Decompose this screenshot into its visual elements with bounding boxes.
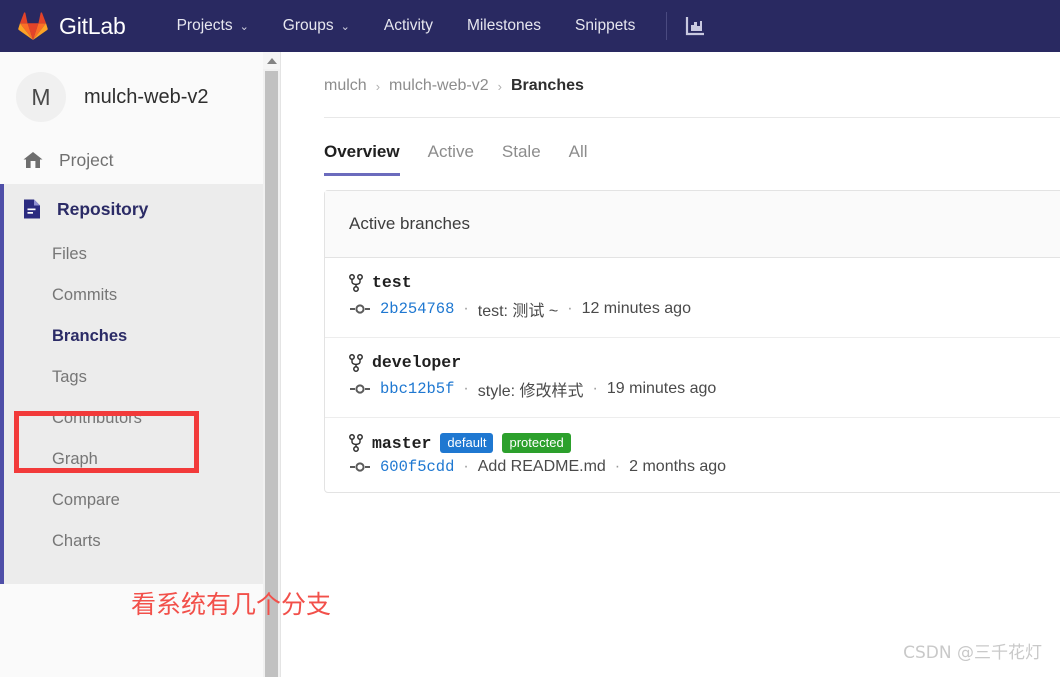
commit-node-icon <box>349 303 371 315</box>
branch-name[interactable]: master <box>372 434 431 453</box>
card-heading: Active branches <box>325 191 1060 258</box>
sidebar-item-graph[interactable]: Graph <box>0 439 280 480</box>
analytics-button[interactable] <box>677 0 713 52</box>
sidebar-scrollbar[interactable] <box>263 52 280 677</box>
gitlab-brand-name: GitLab <box>59 12 126 39</box>
breadcrumb-item-project[interactable]: mulch-web-v2 <box>389 77 489 95</box>
commit-sha[interactable]: bbc12b5f <box>380 380 454 398</box>
breadcrumb-separator-icon: › <box>375 78 381 94</box>
up-arrow-icon <box>266 57 277 64</box>
sidebar-section-repository: Repository Files Commits Branches Tags C… <box>0 184 280 584</box>
branch-row: test 2b254768 · test: 测试 ~ · 12 minutes <box>325 258 1060 338</box>
commit-node-icon <box>349 383 371 395</box>
commit-message[interactable]: test: 测试 ~ <box>478 297 558 321</box>
branch-row: developer bbc12b5f · style: 修改样式 · 19 mi… <box>325 338 1060 418</box>
commit-message[interactable]: Add README.md <box>478 458 606 476</box>
branch-title: test <box>349 273 1060 292</box>
separator: · <box>592 380 598 397</box>
branch-meta: 2b254768 · test: 测试 ~ · 12 minutes ago <box>349 297 1060 321</box>
commit-time: 19 minutes ago <box>606 380 717 397</box>
avatar: M <box>16 72 66 122</box>
branch-fork-icon <box>349 434 363 452</box>
navbar-divider <box>666 12 668 40</box>
sidebar-item-compare[interactable]: Compare <box>0 480 280 521</box>
tab-stale[interactable]: Stale <box>488 136 555 176</box>
branch-meta: bbc12b5f · style: 修改样式 · 19 minutes ago <box>349 377 1060 401</box>
branch-fork-icon <box>349 353 363 372</box>
home-icon <box>22 149 44 171</box>
separator: · <box>567 300 573 317</box>
branch-fork-icon <box>349 273 363 292</box>
breadcrumb-item-mulch[interactable]: mulch <box>324 77 367 95</box>
tab-active[interactable]: Active <box>414 136 488 176</box>
tab-overview[interactable]: Overview <box>310 136 414 176</box>
project-name: mulch-web-v2 <box>84 85 209 108</box>
separator: · <box>463 380 469 397</box>
sidebar-item-files[interactable]: Files <box>0 234 280 275</box>
commit-sha[interactable]: 600f5cdd <box>380 458 454 476</box>
navbar-menu: Projects ⌄ Groups ⌄ Activity Milestones … <box>160 0 653 52</box>
separator: · <box>463 300 469 317</box>
scroll-up-button[interactable] <box>263 52 280 69</box>
page-body: M mulch-web-v2 Project Repository Files … <box>0 52 1060 677</box>
branch-title: master default protected <box>349 433 1060 453</box>
branch-meta: 600f5cdd · Add README.md · 2 months ago <box>349 458 1060 476</box>
nav-item-projects[interactable]: Projects ⌄ <box>160 0 266 52</box>
nav-item-milestones-label: Milestones <box>466 17 542 34</box>
chevron-down-icon: ⌄ <box>340 20 350 33</box>
commit-sha[interactable]: 2b254768 <box>380 300 454 318</box>
nav-item-milestones[interactable]: Milestones <box>450 0 558 52</box>
nav-item-projects-label: Projects <box>176 17 233 34</box>
sidebar-item-repository[interactable]: Repository <box>0 184 280 234</box>
sidebar-item-branches[interactable]: Branches <box>0 316 280 357</box>
status-badge-protected: protected <box>502 433 571 453</box>
nav-item-snippets-label: Snippets <box>575 17 636 34</box>
nav-item-groups[interactable]: Groups ⌄ <box>266 0 367 52</box>
breadcrumb-item-branches: Branches <box>510 77 584 94</box>
branch-name[interactable]: test <box>372 273 412 292</box>
separator: · <box>463 458 469 475</box>
sidebar-item-charts[interactable]: Charts <box>0 521 280 562</box>
nav-item-activity[interactable]: Activity <box>367 0 450 52</box>
sidebar: M mulch-web-v2 Project Repository Files … <box>0 52 281 677</box>
separator: · <box>614 458 621 475</box>
watermark: CSDN @三千花灯 <box>903 643 1042 663</box>
top-navbar: GitLab Projects ⌄ Groups ⌄ Activity Mile… <box>0 0 1060 52</box>
sidebar-item-repository-label: Repository <box>57 198 149 219</box>
gitlab-logo-icon <box>18 12 48 40</box>
branch-tabs: Overview Active Stale All <box>323 117 1060 176</box>
sidebar-item-contributors[interactable]: Contributors <box>0 398 280 439</box>
sidebar-item-tags[interactable]: Tags <box>0 357 280 398</box>
nav-item-activity-label: Activity <box>383 17 433 34</box>
nav-item-groups-label: Groups <box>282 17 334 34</box>
branch-name[interactable]: developer <box>372 353 461 372</box>
commit-message[interactable]: style: 修改样式 <box>478 377 584 401</box>
project-header[interactable]: M mulch-web-v2 <box>0 52 280 136</box>
nav-item-snippets[interactable]: Snippets <box>558 0 652 52</box>
breadcrumb-separator-icon: › <box>497 78 502 94</box>
branch-row: master default protected 600f5cdd · Add <box>325 418 1060 492</box>
sidebar-item-commits[interactable]: Commits <box>0 275 280 316</box>
breadcrumb: mulch › mulch-web-v2 › Branches <box>324 52 1060 117</box>
commit-time: 12 minutes ago <box>581 300 691 317</box>
chart-icon <box>684 15 706 37</box>
sidebar-subnav: Files Commits Branches Tags Contributors… <box>0 234 280 562</box>
chevron-down-icon: ⌄ <box>239 20 249 33</box>
branch-title: developer <box>349 353 1060 372</box>
annotation-note: 看系统有几个分支 <box>131 590 332 619</box>
sidebar-item-project-label: Project <box>59 149 114 170</box>
commit-node-icon <box>349 461 371 473</box>
document-icon <box>22 198 42 220</box>
tab-all[interactable]: All <box>555 136 602 176</box>
main-content: mulch › mulch-web-v2 › Branches Overview… <box>281 52 1060 677</box>
active-branches-card: Active branches test 2b254768 · test: 测试… <box>324 190 1060 493</box>
gitlab-brand[interactable]: GitLab <box>18 12 126 40</box>
sidebar-item-project[interactable]: Project <box>0 136 280 184</box>
status-badge-default: default <box>440 433 494 453</box>
commit-time: 2 months ago <box>629 458 727 475</box>
